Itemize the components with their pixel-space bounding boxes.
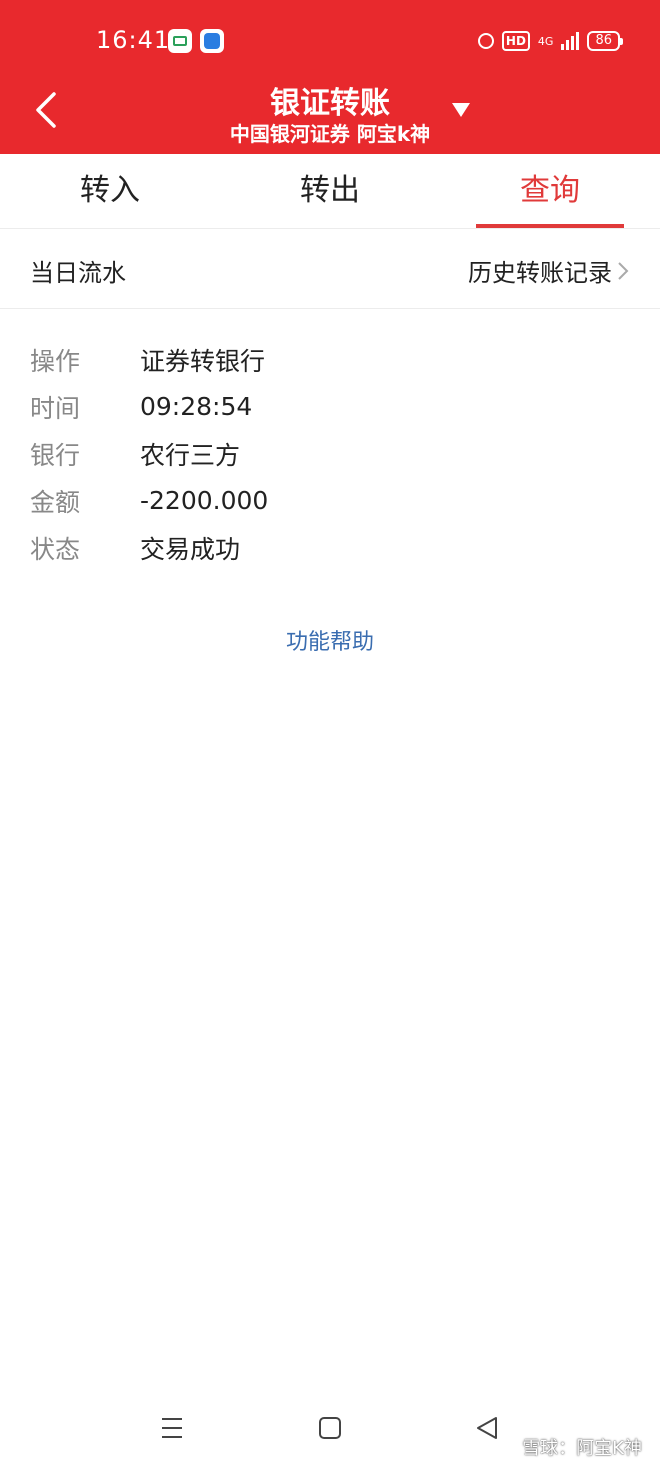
record-value: 交易成功 xyxy=(140,534,241,564)
section-title: 当日流水 xyxy=(30,259,126,287)
record-row-time: 时间 09:28:54 xyxy=(30,383,268,430)
record-row-status: 状态 交易成功 xyxy=(30,524,268,571)
record-row-operation: 操作 证券转银行 xyxy=(30,336,268,383)
record-value: 09:28:54 xyxy=(140,392,253,421)
alarm-icon xyxy=(477,33,494,49)
help-link[interactable]: 功能帮助 xyxy=(0,624,660,656)
signal-icon xyxy=(561,32,580,50)
watermark: 雪球：阿宝K神 xyxy=(522,1438,642,1459)
hd-badge: HD xyxy=(501,31,530,51)
tab-query[interactable]: 查询 xyxy=(440,154,660,228)
record-value: 农行三方 xyxy=(140,440,241,470)
history-records-label: 历史转账记录 xyxy=(468,259,612,287)
status-bar: 16:41 HD 4G 86 xyxy=(0,0,660,80)
record-label: 银行 xyxy=(30,440,81,470)
page-title: 银证转账 xyxy=(270,86,390,121)
record-row-bank: 银行 农行三方 xyxy=(30,430,268,477)
notification-app-icon xyxy=(200,29,224,53)
transfer-record: 操作 证券转银行 时间 09:28:54 银行 农行三方 金额 -2200.00… xyxy=(30,336,268,571)
app-header: 16:41 HD 4G 86 银证转账 中国银河证券 阿宝k神 xyxy=(0,0,660,154)
menu-icon[interactable] xyxy=(154,1410,190,1446)
chevron-right-icon xyxy=(618,261,629,280)
record-value: -2200.000 xyxy=(140,486,269,515)
record-label: 金额 xyxy=(30,487,81,517)
record-value: 证券转银行 xyxy=(140,346,266,376)
battery-icon: 86 xyxy=(587,31,623,51)
home-icon[interactable] xyxy=(312,1410,348,1446)
tab-transfer-out[interactable]: 转出 xyxy=(220,154,440,228)
notification-app-icon xyxy=(168,29,192,53)
status-time: 16:41 xyxy=(96,26,171,54)
back-triangle-icon[interactable] xyxy=(470,1410,506,1446)
status-indicators: HD 4G 86 xyxy=(477,28,623,54)
record-label: 操作 xyxy=(30,346,81,376)
record-label: 状态 xyxy=(30,534,81,564)
network-label: 4G xyxy=(537,34,554,48)
record-label: 时间 xyxy=(30,393,81,423)
section-header: 当日流水 历史转账记录 xyxy=(0,229,660,309)
tab-bar: 转入 转出 查询 xyxy=(0,154,660,229)
account-selector[interactable]: 中国银河证券 阿宝k神 xyxy=(0,118,660,147)
active-tab-indicator xyxy=(476,224,624,228)
tab-transfer-in[interactable]: 转入 xyxy=(0,154,220,228)
history-records-link[interactable]: 历史转账记录 xyxy=(468,253,630,288)
record-row-amount: 金额 -2200.000 xyxy=(30,477,268,524)
dropdown-triangle-icon[interactable] xyxy=(451,101,471,119)
